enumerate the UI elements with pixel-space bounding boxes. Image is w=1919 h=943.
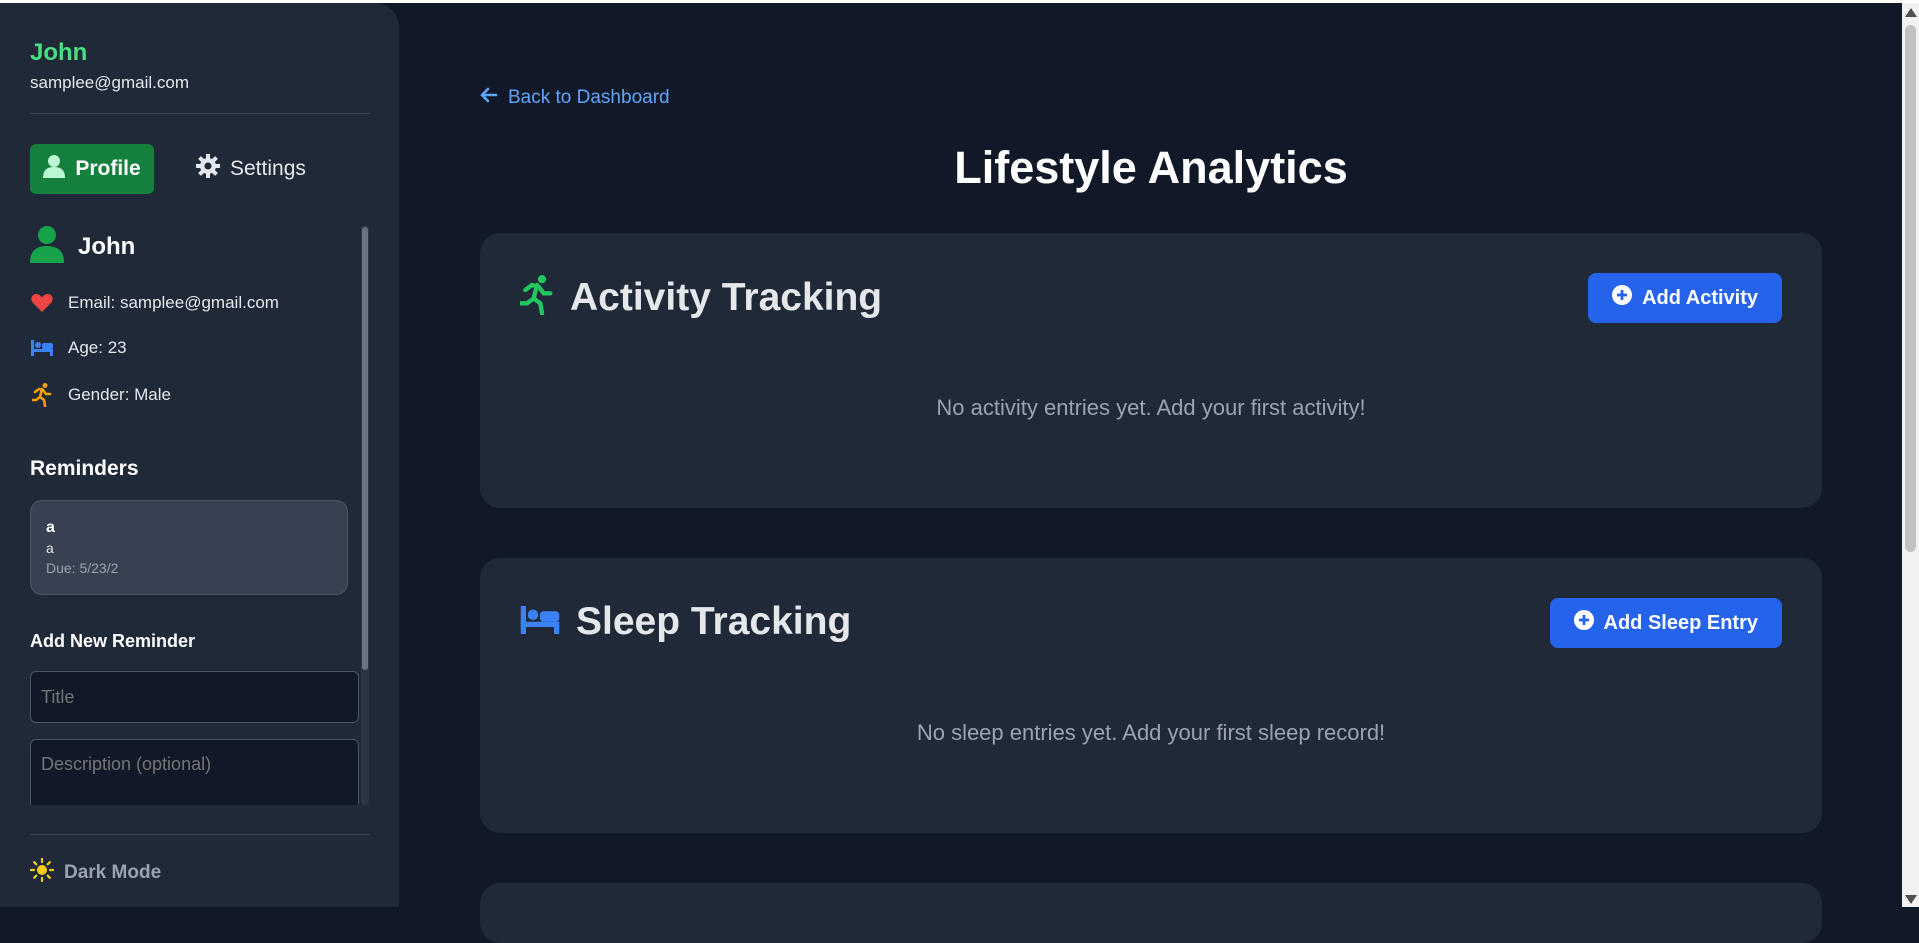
user-icon <box>43 154 66 184</box>
tab-profile[interactable]: Profile <box>30 144 154 194</box>
reminder-due: Due: 5/23/2 <box>46 560 119 576</box>
activity-card-title: Activity Tracking <box>570 275 883 319</box>
profile-gender: Gender: Male <box>68 385 171 404</box>
sidebar: John samplee@gmail.com Profile Settings … <box>0 3 399 907</box>
sleep-card-header: Sleep Tracking <box>520 600 851 644</box>
add-activity-label: Add Activity <box>1642 286 1758 309</box>
sidebar-divider <box>30 113 370 114</box>
activity-card-header: Activity Tracking <box>518 275 883 320</box>
dark-mode-label: Dark Mode <box>64 862 162 883</box>
add-reminder-heading: Add New Reminder <box>30 631 196 651</box>
add-sleep-entry-button[interactable]: Add Sleep Entry <box>1549 598 1782 648</box>
sidebar-scrollbar-thumb[interactable] <box>362 227 368 670</box>
add-sleep-entry-label: Add Sleep Entry <box>1603 611 1758 634</box>
reminder-description-input[interactable] <box>30 739 359 805</box>
page-scrollbar[interactable] <box>1902 3 1919 907</box>
running-person-icon <box>518 275 554 320</box>
next-section-card <box>480 883 1822 943</box>
sun-icon <box>29 857 55 888</box>
reminder-card[interactable]: a a Due: 5/23/2 <box>30 500 348 595</box>
sleep-empty-message: No sleep entries yet. Add your first sle… <box>916 720 1386 745</box>
sidebar-bottom-divider <box>30 834 370 835</box>
profile-gender-row: Gender: Male <box>30 383 171 407</box>
sleep-tracking-card: Sleep Tracking Add Sleep Entry No sleep … <box>480 558 1822 833</box>
reminder-description: a <box>46 540 54 556</box>
sidebar-scroll-area[interactable]: John Email: samplee@gmail.com Age: 23 Ge… <box>0 225 399 805</box>
profile-name: John <box>78 232 136 260</box>
scroll-up-arrow-icon[interactable] <box>1905 8 1917 17</box>
reminder-title: a <box>46 519 55 536</box>
reminder-title-input[interactable] <box>30 671 359 723</box>
profile-age: Age: 23 <box>68 338 127 357</box>
user-icon <box>30 225 64 268</box>
sidebar-user-email: samplee@gmail.com <box>30 73 189 92</box>
profile-header: John <box>30 225 135 268</box>
reminders-heading: Reminders <box>30 457 139 480</box>
activity-empty-message: No activity entries yet. Add your first … <box>936 395 1366 420</box>
sleep-card-title: Sleep Tracking <box>576 600 852 643</box>
profile-email: Email: samplee@gmail.com <box>68 293 279 312</box>
plus-circle-icon <box>1573 610 1594 636</box>
back-to-dashboard-link[interactable]: Back to Dashboard <box>480 86 670 110</box>
tab-settings[interactable]: Settings <box>196 144 306 194</box>
heart-icon <box>30 293 54 313</box>
sidebar-user-name: John <box>30 39 88 66</box>
plus-circle-icon <box>1612 285 1633 311</box>
scroll-down-arrow-icon[interactable] <box>1905 895 1917 904</box>
profile-age-row: Age: 23 <box>30 338 127 358</box>
arrow-left-icon <box>480 86 498 110</box>
tab-settings-label: Settings <box>230 157 306 180</box>
bed-icon <box>30 340 54 356</box>
gear-icon <box>196 154 220 184</box>
add-activity-button[interactable]: Add Activity <box>1588 273 1782 323</box>
page-scrollbar-thumb[interactable] <box>1905 25 1916 552</box>
back-link-label: Back to Dashboard <box>508 87 670 108</box>
running-person-icon <box>30 383 54 407</box>
tab-profile-label: Profile <box>75 157 141 180</box>
bed-icon <box>520 605 560 639</box>
page-title: Lifestyle Analytics <box>954 142 1348 193</box>
activity-tracking-card: Activity Tracking Add Activity No activi… <box>480 233 1822 508</box>
dark-mode-toggle[interactable]: Dark Mode <box>29 857 162 888</box>
profile-email-row: Email: samplee@gmail.com <box>30 293 279 313</box>
